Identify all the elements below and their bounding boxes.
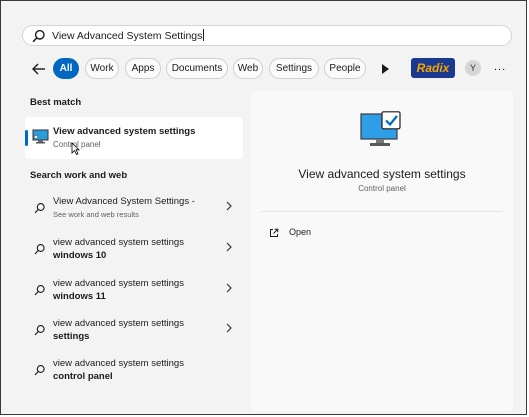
best-match-title: View advanced system settings <box>53 126 196 137</box>
search-box[interactable]: View Advanced System Settings <box>22 25 512 46</box>
mouse-pointer-icon <box>71 142 80 155</box>
open-external-icon <box>270 228 279 237</box>
search-icon <box>34 244 45 255</box>
chevron-right-icon[interactable] <box>225 200 233 212</box>
web-result-item[interactable]: view advanced system settings windows 11 <box>25 276 243 310</box>
best-match-item[interactable]: View advanced system settings Control pa… <box>25 117 243 159</box>
more-options-icon[interactable]: ... <box>494 61 506 73</box>
filter-all[interactable]: All <box>53 58 79 79</box>
search-icon <box>34 285 45 296</box>
start-search-window: View Advanced System Settings All Work A… <box>0 0 527 415</box>
selection-indicator <box>25 130 28 146</box>
web-result-item[interactable]: view advanced system settings control pa… <box>25 356 243 390</box>
system-settings-icon <box>32 129 49 144</box>
system-settings-icon <box>360 111 401 146</box>
result-title: view advanced system settings <box>53 358 184 369</box>
search-input[interactable]: View Advanced System Settings <box>52 29 205 42</box>
chevron-right-icon[interactable] <box>225 282 233 294</box>
web-result-item[interactable]: View Advanced System Settings - See work… <box>25 194 243 228</box>
filter-bar: All Work Apps Documents Web Settings Peo… <box>1 57 529 81</box>
result-suffix: windows 11 <box>53 291 106 302</box>
more-filters-play-icon[interactable] <box>382 64 389 74</box>
result-suffix: settings <box>53 331 90 342</box>
filter-documents[interactable]: Documents <box>166 58 228 79</box>
divider <box>261 211 503 212</box>
result-suffix: control panel <box>53 371 113 382</box>
search-web-heading: Search work and web <box>30 170 128 181</box>
brand-logo[interactable]: Radix <box>411 58 455 78</box>
web-result-item[interactable]: view advanced system settings windows 10 <box>25 235 243 269</box>
filter-work[interactable]: Work <box>85 58 119 79</box>
result-title: view advanced system settings <box>53 278 184 289</box>
detail-subtitle: Control panel <box>358 184 406 193</box>
avatar[interactable]: Y <box>465 60 481 76</box>
web-result-item[interactable]: view advanced system settings settings <box>25 316 243 350</box>
filter-people[interactable]: People <box>324 58 366 79</box>
chevron-right-icon[interactable] <box>225 322 233 334</box>
search-icon <box>34 203 45 214</box>
detail-title: View advanced system settings <box>298 167 466 181</box>
filter-settings[interactable]: Settings <box>269 58 319 79</box>
result-title: view advanced system settings <box>53 237 184 248</box>
result-title: View Advanced System Settings - <box>53 196 195 207</box>
back-arrow-icon[interactable] <box>30 60 48 78</box>
chevron-right-icon[interactable] <box>225 241 233 253</box>
search-icon <box>34 365 45 376</box>
detail-pane: View advanced system settings Control pa… <box>251 91 513 411</box>
result-title: view advanced system settings <box>53 318 184 329</box>
result-suffix: windows 10 <box>53 250 107 261</box>
best-match-heading: Best match <box>30 97 82 108</box>
search-icon <box>34 325 45 336</box>
filter-apps[interactable]: Apps <box>125 58 161 79</box>
result-subtitle: See work and web results <box>53 210 139 219</box>
search-icon <box>32 29 45 43</box>
open-label: Open <box>289 227 312 237</box>
filter-web[interactable]: Web <box>233 58 263 79</box>
